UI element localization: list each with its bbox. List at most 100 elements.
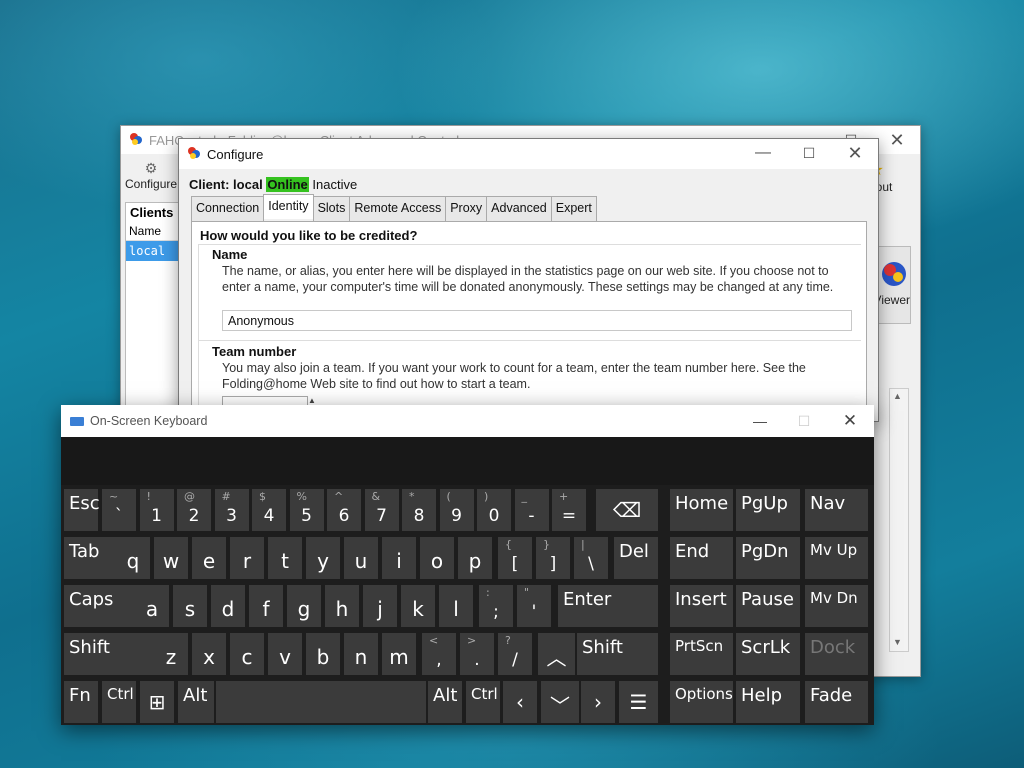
key-sym12[interactable]: _ - (514, 489, 549, 531)
tab-remote-access[interactable]: Remote Access (349, 196, 447, 221)
key-j[interactable]: j (363, 585, 397, 627)
key-sym1[interactable]: ~ ` (102, 489, 136, 531)
key-options[interactable]: Options (670, 681, 733, 723)
key-7[interactable]: & 7 (364, 489, 399, 531)
key-c[interactable]: c (230, 633, 264, 675)
key-lbrace[interactable]: {[ (498, 537, 532, 579)
key-left[interactable]: ‹ (503, 681, 537, 723)
key-0[interactable]: ) 0 (477, 489, 511, 531)
minimize-icon[interactable]: — (737, 407, 783, 435)
key-rbrace[interactable]: }] (536, 537, 570, 579)
tab-expert[interactable]: Expert (550, 196, 597, 221)
key-6[interactable]: ^ 6 (327, 489, 361, 531)
key-n[interactable]: n (344, 633, 378, 675)
key-3[interactable]: #3 (214, 489, 249, 531)
close-icon[interactable]: ✕ (874, 126, 920, 154)
key-5[interactable]: % 5 (289, 489, 324, 531)
tab-connection[interactable]: Connection (191, 196, 265, 221)
key-8[interactable]: * 8 (402, 489, 436, 531)
key-m[interactable]: m (382, 633, 416, 675)
key-d[interactable]: d (211, 585, 245, 627)
fahcontrol-scrollbar[interactable]: ▲ ▼ (889, 388, 909, 652)
key-nav[interactable]: Nav (805, 489, 868, 531)
key-enter[interactable]: Enter (558, 585, 658, 627)
key-space[interactable] (216, 681, 426, 723)
key-pause[interactable]: Pause (736, 585, 800, 627)
key-f[interactable]: f (249, 585, 283, 627)
viewer-button[interactable]: Viewer (874, 246, 911, 324)
key-2[interactable]: @2 (177, 489, 211, 531)
key-down[interactable]: ﹀ (541, 681, 579, 723)
key-semicolon[interactable]: :; (479, 585, 513, 627)
key-b[interactable]: b (306, 633, 340, 675)
key-p[interactable]: p (458, 537, 492, 579)
key-backslash[interactable]: | \ (574, 537, 608, 579)
maximize-icon[interactable]: ☐ (786, 139, 832, 167)
key-r[interactable]: r (230, 537, 264, 579)
key-up[interactable]: ︿ (538, 633, 575, 675)
close-icon[interactable]: ✕ (832, 139, 878, 167)
key-z[interactable]: z (154, 633, 188, 675)
key-backspace[interactable]: ⌫ (596, 489, 658, 531)
key-windows[interactable]: ⊞ (140, 681, 174, 723)
key-pgdn[interactable]: PgDn (736, 537, 800, 579)
key-mvup[interactable]: Mv Up (805, 537, 868, 579)
key-period[interactable]: >. (460, 633, 494, 675)
key-end[interactable]: End (670, 537, 733, 579)
osk-titlebar[interactable]: On-Screen Keyboard — ☐ ✕ (61, 405, 874, 437)
key-y[interactable]: y (306, 537, 340, 579)
clients-column-name[interactable]: Name (126, 222, 178, 241)
minimize-icon[interactable]: — (740, 139, 786, 167)
key-u[interactable]: u (344, 537, 378, 579)
tab-advanced[interactable]: Advanced (486, 196, 552, 221)
tab-identity[interactable]: Identity (263, 194, 314, 219)
key-ctrl-right[interactable]: Ctrl (466, 681, 500, 723)
key-alt-left[interactable]: Alt (178, 681, 214, 723)
key-i[interactable]: i (382, 537, 416, 579)
key-e[interactable]: e (192, 537, 226, 579)
key-shift-right[interactable]: Shift (577, 633, 658, 675)
key-fade[interactable]: Fade (805, 681, 868, 723)
key-quote[interactable]: " ' (517, 585, 551, 627)
key-t[interactable]: t (268, 537, 302, 579)
key-9[interactable]: (9 (439, 489, 474, 531)
key-ctrl-left[interactable]: Ctrl (102, 681, 136, 723)
tab-proxy[interactable]: Proxy (445, 196, 488, 221)
key-insert[interactable]: Insert (670, 585, 733, 627)
key-esc[interactable]: Esc (64, 489, 100, 531)
key-comma[interactable]: <, (422, 633, 456, 675)
key-help[interactable]: Help (736, 681, 800, 723)
key-q[interactable]: q (116, 537, 150, 579)
key-4[interactable]: $4 (252, 489, 286, 531)
key-menu[interactable]: ☰ (619, 681, 658, 723)
name-input[interactable] (222, 310, 852, 331)
close-icon[interactable]: ✕ (827, 407, 873, 435)
key-mvdn[interactable]: Mv Dn (805, 585, 868, 627)
configure-toolbar-button[interactable]: ⚙ Configure (125, 160, 177, 191)
key-1[interactable]: ! 1 (139, 489, 174, 531)
key-s[interactable]: s (173, 585, 207, 627)
key-sym13[interactable]: + = (552, 489, 586, 531)
key-prtscn[interactable]: PrtScn (670, 633, 733, 675)
key-right[interactable]: › (581, 681, 615, 723)
key-g[interactable]: g (287, 585, 321, 627)
spinner-up-icon[interactable]: ▲ (308, 396, 316, 405)
key-a[interactable]: a (135, 585, 169, 627)
configure-titlebar[interactable]: Configure — ☐ ✕ (179, 139, 878, 169)
key-scrlk[interactable]: ScrLk (736, 633, 800, 675)
key-pgup[interactable]: PgUp (736, 489, 800, 531)
key-o[interactable]: o (420, 537, 454, 579)
key-l[interactable]: l (439, 585, 473, 627)
key-h[interactable]: h (325, 585, 359, 627)
scroll-down-icon[interactable]: ▼ (893, 637, 902, 647)
key-fn[interactable]: Fn (64, 681, 98, 723)
key-slash[interactable]: ? / (498, 633, 532, 675)
key-home[interactable]: Home (670, 489, 733, 531)
key-k[interactable]: k (401, 585, 435, 627)
key-alt-right[interactable]: Alt (428, 681, 462, 723)
key-shift-left[interactable]: Shift (64, 633, 158, 675)
key-caps[interactable]: Caps (64, 585, 144, 627)
key-x[interactable]: x (192, 633, 226, 675)
key-v[interactable]: v (268, 633, 302, 675)
key-del[interactable]: Del (614, 537, 658, 579)
